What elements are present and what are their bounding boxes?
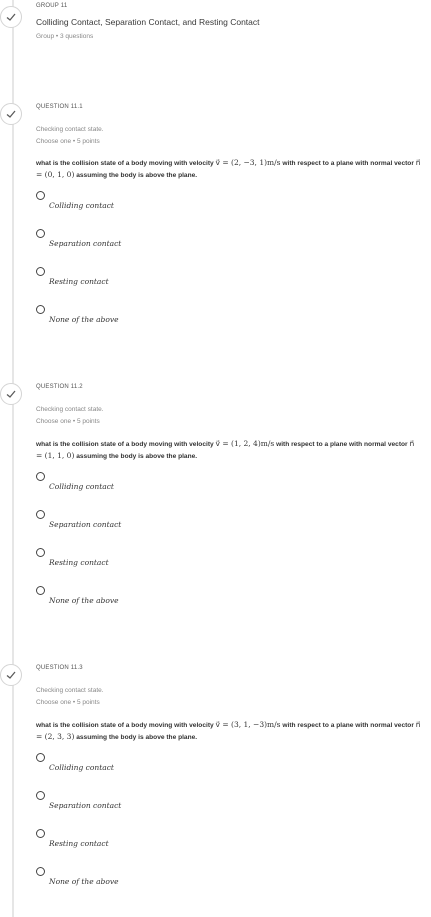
option-none-of-the-above[interactable]: None of the above <box>49 315 119 324</box>
question-description: Checking contact state. <box>36 126 104 133</box>
group-checkmark-icon <box>0 6 22 28</box>
radio-button-icon[interactable] <box>36 829 45 838</box>
question-checkmark-icon <box>0 383 22 405</box>
option-resting-contact[interactable]: Resting contact <box>49 277 109 286</box>
group-meta: Group • 3 questions <box>36 33 94 40</box>
group-title: Colliding Contact, Separation Contact, a… <box>36 17 260 27</box>
question-text: what is the collision state of a body mo… <box>36 439 415 460</box>
velocity-math: v⃗ = (1, 2, 4)m/s <box>215 439 275 448</box>
option-separation-contact[interactable]: Separation contact <box>49 239 121 248</box>
question-meta: Choose one • 5 points <box>36 138 100 145</box>
option-separation-contact[interactable]: Separation contact <box>49 801 121 810</box>
option-resting-contact[interactable]: Resting contact <box>49 558 109 567</box>
question-meta: Choose one • 5 points <box>36 418 100 425</box>
radio-button-icon[interactable] <box>36 472 45 481</box>
radio-button-icon[interactable] <box>36 191 45 200</box>
option-colliding-contact[interactable]: Colliding contact <box>49 763 114 772</box>
question-text: what is the collision state of a body mo… <box>36 720 421 741</box>
radio-button-icon[interactable] <box>36 510 45 519</box>
option-none-of-the-above[interactable]: None of the above <box>49 596 119 605</box>
option-resting-contact[interactable]: Resting contact <box>49 839 109 848</box>
question-label: QUESTION 11.1 <box>36 104 83 110</box>
option-none-of-the-above[interactable]: None of the above <box>49 877 119 886</box>
question-checkmark-icon <box>0 664 22 686</box>
question-label: QUESTION 11.3 <box>36 665 83 671</box>
question-label: QUESTION 11.2 <box>36 384 83 390</box>
radio-button-icon[interactable] <box>36 586 45 595</box>
velocity-math: v⃗ = (3, 1, −3)m/s <box>215 720 281 729</box>
radio-button-icon[interactable] <box>36 305 45 314</box>
radio-button-icon[interactable] <box>36 267 45 276</box>
question-meta: Choose one • 5 points <box>36 699 100 706</box>
option-separation-contact[interactable]: Separation contact <box>49 520 121 529</box>
question-checkmark-icon <box>0 103 22 125</box>
radio-button-icon[interactable] <box>36 753 45 762</box>
question-text: what is the collision state of a body mo… <box>36 158 421 179</box>
timeline-line <box>12 0 14 917</box>
option-colliding-contact[interactable]: Colliding contact <box>49 482 114 491</box>
radio-button-icon[interactable] <box>36 791 45 800</box>
question-description: Checking contact state. <box>36 406 104 413</box>
velocity-math: v⃗ = (2, −3, 1)m/s <box>215 158 281 167</box>
question-description: Checking contact state. <box>36 687 104 694</box>
radio-button-icon[interactable] <box>36 548 45 557</box>
radio-button-icon[interactable] <box>36 229 45 238</box>
radio-button-icon[interactable] <box>36 867 45 876</box>
group-label: GROUP 11 <box>36 3 68 9</box>
option-colliding-contact[interactable]: Colliding contact <box>49 201 114 210</box>
